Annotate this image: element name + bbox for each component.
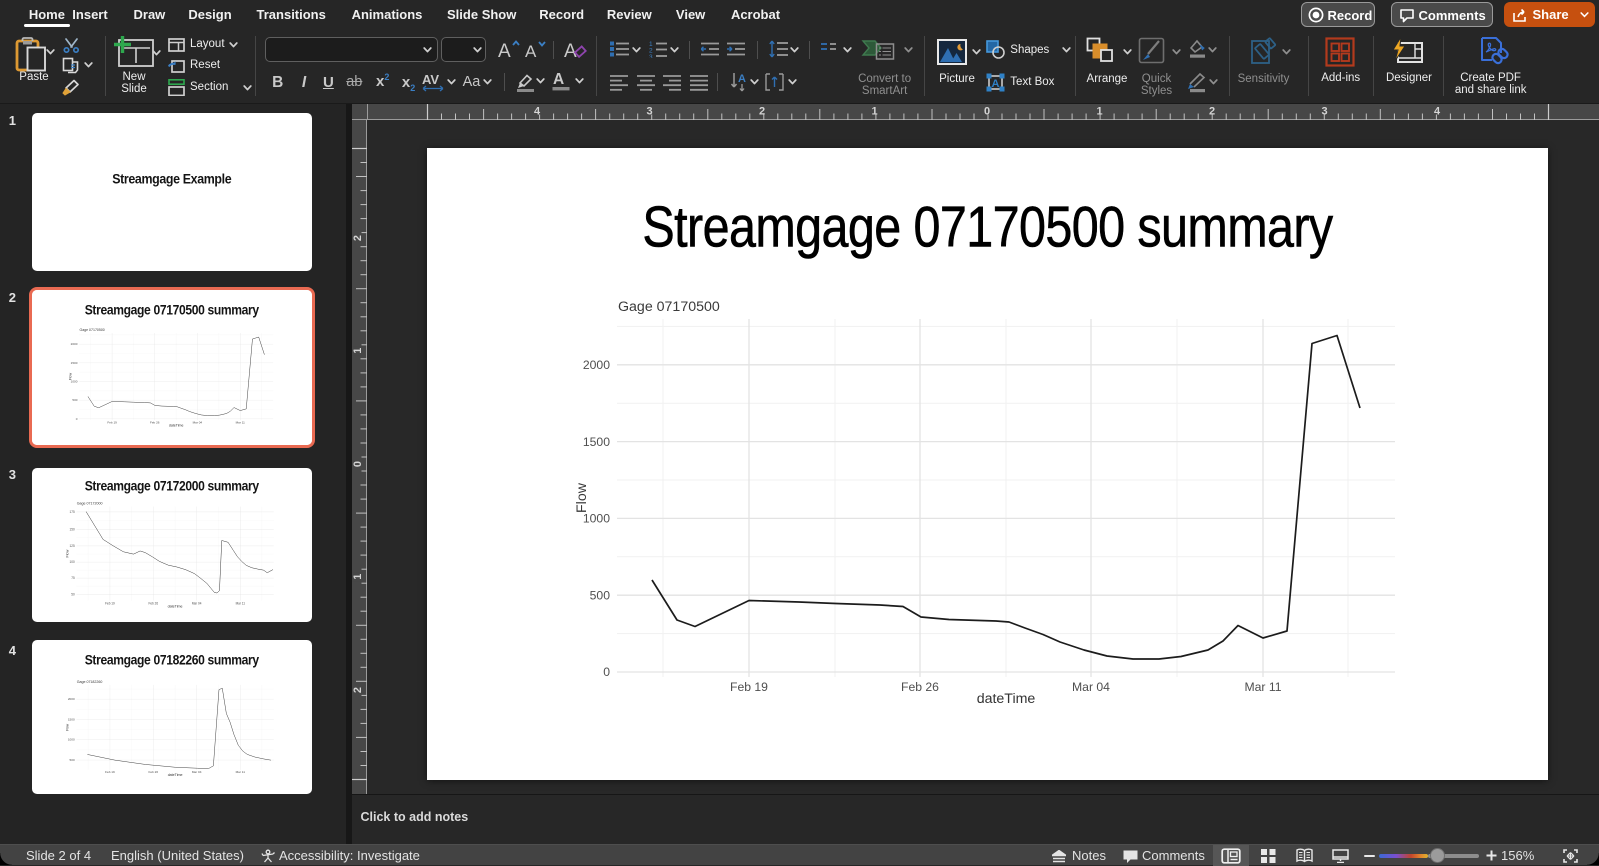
svg-text:3: 3 [1321, 105, 1327, 117]
svg-text:0: 0 [983, 105, 989, 117]
svg-text:2: 2 [1208, 105, 1214, 117]
svg-text:3: 3 [646, 105, 652, 117]
svg-text:A: A [553, 71, 564, 88]
svg-text:2: 2 [352, 686, 364, 692]
svg-text:0: 0 [352, 460, 364, 466]
svg-text:4: 4 [1433, 105, 1440, 117]
svg-text:2: 2 [352, 234, 364, 240]
svg-text:1: 1 [352, 347, 364, 353]
svg-text:2: 2 [758, 105, 764, 117]
svg-text:A: A [738, 73, 746, 85]
svg-text:AV: AV [422, 72, 439, 87]
svg-text:A: A [525, 42, 537, 60]
svg-text:1: 1 [871, 105, 877, 117]
svg-text:1: 1 [352, 573, 364, 579]
svg-text:A: A [498, 41, 511, 60]
svg-text:4: 4 [533, 105, 540, 117]
svg-text:A: A [992, 78, 1000, 90]
svg-text:3: 3 [649, 54, 653, 58]
svg-text:A: A [564, 41, 577, 61]
svg-text:1: 1 [1096, 105, 1102, 117]
